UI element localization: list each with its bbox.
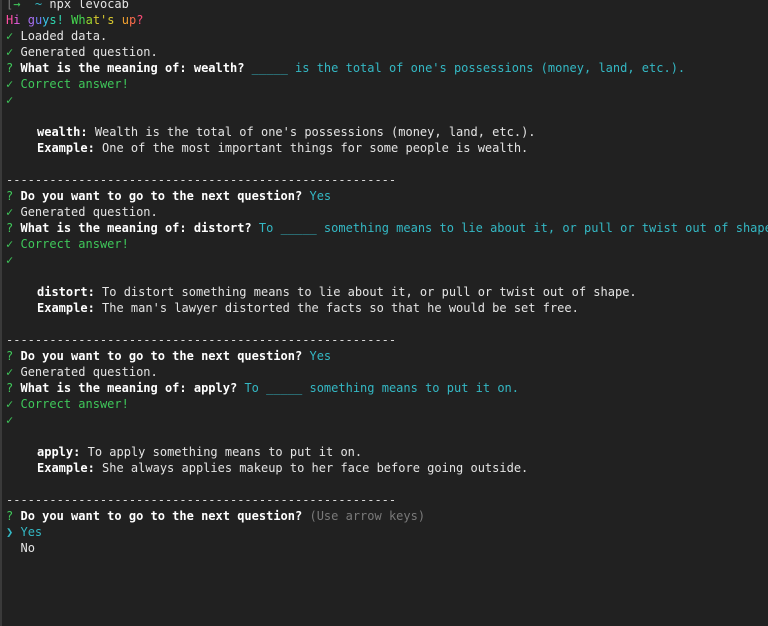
- next-question-prompt: Do you want to go to the next question?: [20, 189, 303, 203]
- shell-prompt-line: [→ ~ npx levocab: [6, 0, 768, 12]
- active-prompt-line[interactable]: ? Do you want to go to the next question…: [6, 508, 768, 524]
- terminal-screen: [→ ~ npx levocab Hi guys! What's up? ✓ L…: [2, 0, 768, 556]
- check-icon: ✓: [6, 93, 14, 107]
- example-line-2: Example: The man's lawyer distorted the …: [6, 300, 768, 316]
- example-line-1: Example: One of the most important thing…: [6, 140, 768, 156]
- question-line-3: ? What is the meaning of: apply? To ____…: [6, 380, 768, 396]
- status-loaded-label: Loaded data.: [20, 29, 108, 43]
- check-icon: ✓: [6, 397, 14, 411]
- next-question-prompt: Do you want to go to the next question?: [20, 509, 303, 523]
- question-icon: ?: [6, 349, 14, 363]
- correct-answer-line-1: ✓ Correct answer!: [6, 76, 768, 92]
- example-label: Example:: [37, 461, 95, 475]
- definition-text: To distort something means to lie about …: [102, 285, 637, 299]
- definition-text: To apply something means to put it on.: [87, 445, 363, 459]
- status-generated-line: ✓ Generated question.: [6, 44, 768, 60]
- arrow-keys-hint: (Use arrow keys): [309, 509, 426, 523]
- check-icon: ✓: [6, 413, 14, 427]
- arrow-icon: →: [13, 0, 21, 11]
- separator-rule: ----------------------------------------…: [6, 173, 397, 187]
- definition-line-3: apply: To apply something means to put i…: [6, 444, 768, 460]
- check-only-line-3: ✓: [6, 412, 768, 428]
- status-generated-label: Generated question.: [20, 205, 158, 219]
- check-icon: ✓: [6, 205, 14, 219]
- separator-1: ----------------------------------------…: [6, 172, 768, 188]
- check-only-line-1: ✓: [6, 92, 768, 108]
- separator-2: ----------------------------------------…: [6, 332, 768, 348]
- example-line-3: Example: She always applies makeup to he…: [6, 460, 768, 476]
- example-text: She always applies makeup to her face be…: [102, 461, 529, 475]
- select-option-yes[interactable]: ❯ Yes: [6, 524, 768, 540]
- select-option-no[interactable]: No: [6, 540, 768, 556]
- correct-answer-line-2: ✓ Correct answer!: [6, 236, 768, 252]
- shell-command: npx levocab: [49, 0, 129, 11]
- question-answer: _____ is the total of one's possessions …: [251, 61, 686, 75]
- definition-text: Wealth is the total of one's possessions…: [94, 125, 536, 139]
- definition-line-2: distort: To distort something means to l…: [6, 284, 768, 300]
- status-loaded-line: ✓ Loaded data.: [6, 28, 768, 44]
- definition-term: wealth:: [37, 125, 88, 139]
- pointer-icon: ❯: [6, 525, 14, 539]
- example-label: Example:: [37, 301, 95, 315]
- check-icon: ✓: [6, 77, 14, 91]
- question-prompt: What is the meaning of: wealth?: [20, 61, 245, 75]
- question-line-2: ? What is the meaning of: distort? To __…: [6, 220, 768, 236]
- check-icon: ✓: [6, 237, 14, 251]
- check-only-line-2: ✓: [6, 252, 768, 268]
- next-question-answered-2: ? Do you want to go to the next question…: [6, 348, 768, 364]
- question-prompt: What is the meaning of: distort?: [20, 221, 252, 235]
- definition-term: apply:: [37, 445, 81, 459]
- question-answer: To _____ something means to lie about it…: [258, 221, 768, 235]
- example-text: One of the most important things for som…: [102, 141, 529, 155]
- next-question-answer: Yes: [309, 189, 332, 203]
- check-icon: ✓: [6, 29, 14, 43]
- check-icon: ✓: [6, 45, 14, 59]
- prompt-path: ~: [34, 0, 43, 11]
- select-option-no-label: No: [20, 541, 35, 555]
- status-generated-line: ✓ Generated question.: [6, 364, 768, 380]
- check-icon: ✓: [6, 365, 14, 379]
- pointer-placeholder: [6, 541, 13, 555]
- example-label: Example:: [37, 141, 95, 155]
- correct-answer-label: Correct answer!: [20, 77, 129, 91]
- status-generated-line: ✓ Generated question.: [6, 204, 768, 220]
- status-generated-label: Generated question.: [20, 45, 158, 59]
- question-icon: ?: [6, 221, 14, 235]
- question-icon: ?: [6, 381, 14, 395]
- separator-rule: ----------------------------------------…: [6, 493, 397, 507]
- next-question-prompt: Do you want to go to the next question?: [20, 349, 303, 363]
- separator-3: ----------------------------------------…: [6, 492, 768, 508]
- question-icon: ?: [6, 189, 14, 203]
- question-answer: To _____ something means to put it on.: [244, 381, 519, 395]
- terminal-window[interactable]: [→ ~ npx levocab Hi guys! What's up? ✓ L…: [0, 0, 768, 626]
- definition-line-1: wealth: Wealth is the total of one's pos…: [6, 124, 768, 140]
- question-line-1: ? What is the meaning of: wealth? _____ …: [6, 60, 768, 76]
- correct-answer-label: Correct answer!: [20, 397, 129, 411]
- question-icon: ?: [6, 509, 14, 523]
- next-question-answer: Yes: [309, 349, 332, 363]
- example-text: The man's lawyer distorted the facts so …: [102, 301, 579, 315]
- correct-answer-label: Correct answer!: [20, 237, 129, 251]
- status-generated-label: Generated question.: [20, 365, 158, 379]
- next-question-answered-1: ? Do you want to go to the next question…: [6, 188, 768, 204]
- separator-rule: ----------------------------------------…: [6, 333, 397, 347]
- question-icon: ?: [6, 61, 14, 75]
- correct-answer-line-3: ✓ Correct answer!: [6, 396, 768, 412]
- select-option-yes-label: Yes: [20, 525, 43, 539]
- check-icon: ✓: [6, 253, 14, 267]
- definition-term: distort:: [37, 285, 95, 299]
- greeting-line: Hi guys! What's up?: [6, 13, 144, 27]
- question-prompt: What is the meaning of: apply?: [20, 381, 238, 395]
